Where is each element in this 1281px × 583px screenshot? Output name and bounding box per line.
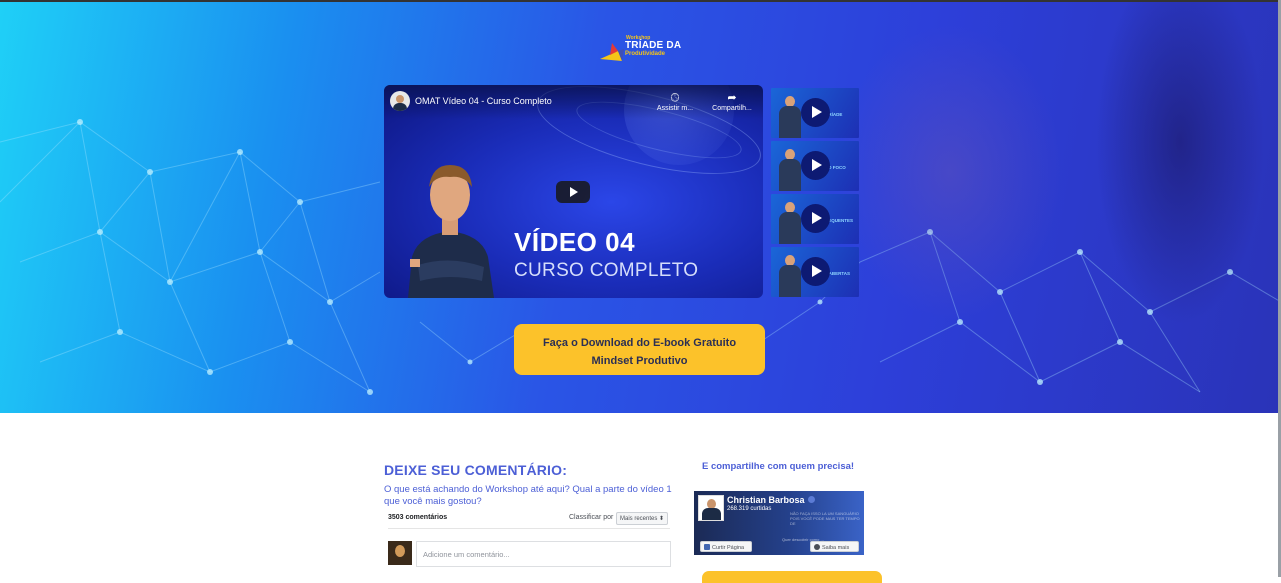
play-icon[interactable] (801, 257, 830, 286)
playlist-item-4[interactable]: ÕES ABERTAS (771, 247, 859, 297)
cta-line-2: Mindset Produtivo (591, 355, 688, 367)
watch-later-button[interactable]: 🕓︎ Assistir m... (650, 91, 700, 112)
cover-text: NÃO FAÇA ISSO LA UM SANGUÁRIO POIS VOCÊ … (790, 511, 860, 526)
sort-select[interactable]: Mais recentes ⬍ (616, 512, 668, 525)
learn-more-button[interactable]: Saiba mais (810, 541, 859, 552)
presenter-thumb (779, 96, 801, 138)
facebook-icon (704, 544, 710, 550)
video-overlay-subtitle: CURSO COMPLETO (514, 260, 699, 281)
presenter-thumb (779, 255, 801, 297)
play-icon[interactable] (801, 98, 830, 127)
share-button[interactable]: ➦ Compartilh... (707, 91, 757, 112)
page-name: Christian Barbosa (727, 495, 805, 505)
ebook-download-button[interactable]: Faça o Download do E-book Gratuito Minds… (514, 324, 765, 375)
share-arrow-icon: ➦ (727, 92, 737, 104)
presenter-thumb (779, 149, 801, 191)
comments-question: O que está achando do Workshop até aqui?… (384, 484, 672, 507)
presenter-thumb (779, 202, 801, 244)
video-overlay-title: VÍDEO 04 (514, 227, 636, 257)
learn-more-label: Saiba mais (822, 545, 850, 551)
triangle-logo-icon (600, 43, 624, 61)
page-avatar[interactable] (698, 495, 724, 521)
cta-line-1: Faça o Download do E-book Gratuito (542, 337, 737, 349)
hero-section: Workshop TRÍADE DA Produtividade OMAT Ví… (0, 2, 1281, 413)
page-likes: 268.319 curtidas (727, 506, 772, 512)
playlist-item-3[interactable]: S FREQUENTES (771, 194, 859, 244)
share-label: Compartilh... (712, 105, 752, 112)
comment-input[interactable]: Adicione um comentário... (416, 541, 671, 567)
play-icon[interactable] (556, 181, 590, 203)
page-name-row[interactable]: Christian Barbosa (727, 495, 815, 505)
workshop-logo[interactable]: Workshop TRÍADE DA Produtividade (598, 35, 682, 63)
play-icon[interactable] (801, 151, 830, 180)
play-icon[interactable] (801, 204, 830, 233)
divider (388, 528, 670, 529)
facebook-page-widget[interactable]: Christian Barbosa 268.319 curtidas NÃO F… (694, 491, 864, 555)
comment-count: 3503 comentários (388, 514, 448, 521)
sort-label: Classificar por (569, 514, 614, 521)
playlist-item-1[interactable]: DA TRÍADE (771, 88, 859, 138)
watch-later-label: Assistir m... (656, 105, 694, 112)
video-playlist: DA TRÍADE MERO FOCO S FREQUENTES ÕES ABE… (771, 88, 859, 300)
video-title[interactable]: OMAT Vídeo 04 - Curso Completo (415, 96, 552, 106)
share-cta-button[interactable] (702, 571, 882, 583)
share-title: E compartilhe com quem precisa! (702, 461, 855, 472)
like-page-button[interactable]: Curtir Página (700, 541, 752, 552)
like-page-label: Curtir Página (712, 545, 745, 551)
verified-badge-icon (807, 496, 815, 503)
video-player[interactable]: OMAT Vídeo 04 - Curso Completo 🕓︎ Assist… (384, 85, 763, 298)
presenter-image (408, 165, 494, 298)
comments-title: DEIXE SEU COMENTÁRIO: (384, 462, 568, 478)
avatar (388, 541, 412, 565)
logo-main-text: TRÍADE DA (625, 40, 682, 51)
channel-avatar[interactable] (390, 91, 410, 111)
logo-sub-text: Produtividade (625, 51, 666, 57)
info-icon (814, 544, 820, 550)
clock-icon: 🕓︎ (670, 92, 680, 104)
playlist-item-2[interactable]: MERO FOCO (771, 141, 859, 191)
